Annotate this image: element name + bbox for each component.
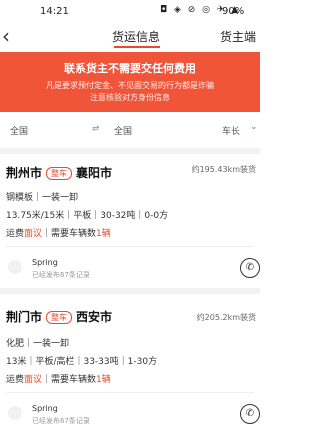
publisher-record-count: 已经发布67条记录 [32, 271, 90, 279]
distance: 约195.43km装货 [191, 165, 256, 174]
filter-bar: 全国 ⇌ 全国 车长 ⌄ [0, 116, 260, 146]
section-gap [0, 148, 260, 154]
origin-city: 荆州市 [6, 166, 43, 180]
destination-filter[interactable]: 全国 [114, 124, 194, 140]
divider [6, 246, 254, 247]
section-gap [0, 288, 260, 294]
listing-card[interactable]: 荆门市 整车 西安市 约205.2km装货 化肥｜一装一卸 13米｜平板/高栏｜33… [0, 300, 260, 435]
nav-bar: ‹ 货运信息 货主端 [0, 24, 260, 48]
goods-info: 钢模板｜一装一卸 [6, 193, 79, 203]
vehicle-count-label: ｜需要车辆数 [42, 229, 97, 239]
load-type-tag: 整车 [46, 167, 73, 180]
publisher-name: Spring [32, 404, 58, 413]
fee-negotiable: 面议 [24, 229, 43, 239]
tab-cargo-info[interactable]: 货运信息 [112, 28, 160, 45]
publisher-name: Spring [32, 258, 58, 267]
publisher-record-count: 已经发布67条记录 [32, 417, 90, 425]
route: 荆门市 整车 西安市 [6, 308, 112, 326]
truck-length-filter[interactable]: 车长 [222, 124, 240, 137]
chevron-down-icon[interactable]: ⌄ [250, 122, 258, 132]
tab-shipper[interactable]: 货主端 [220, 28, 256, 45]
fee-label: 运费 [6, 229, 25, 239]
distance: 约205.2km装货 [196, 313, 256, 322]
goods-info: 化肥｜一装一卸 [6, 339, 70, 349]
fee-info: 运费面议｜需要车辆数1辆 [6, 372, 111, 385]
warning-line-2: 注意核验对方身份信息 [90, 93, 170, 102]
listing-card[interactable]: 荆州市 整车 襄阳市 约195.43km装货 钢模板｜一装一卸 13.75米/15米… [0, 160, 260, 286]
vehicle-count: 1辆 [96, 375, 111, 385]
fee-info: 运费面议｜需要车辆数1辆 [6, 226, 111, 239]
divider [6, 392, 254, 393]
avatar [8, 260, 22, 274]
vehicle-count-label: ｜需要车辆数 [42, 375, 97, 385]
truck-spec: 13米｜平板/高栏｜33-33吨｜1-30方 [6, 357, 158, 367]
warning-banner: 联系货主不需要交任何费用 凡是要求预付定金、不见面交易的行为都是诈骗 注意核验对… [0, 52, 260, 112]
phone-icon[interactable]: ✆ [240, 404, 260, 424]
warning-title: 联系货主不需要交任何费用 [64, 62, 196, 75]
load-type-tag: 整车 [46, 311, 73, 324]
status-bar: 14:21 ◘ ◈ ⊘ ◎ ✈ ▲ 90% [0, 0, 260, 24]
route: 荆州市 整车 襄阳市 [6, 164, 112, 182]
swap-icon[interactable]: ⇌ [92, 124, 100, 134]
destination-city: 西安市 [76, 310, 113, 324]
fee-negotiable: 面议 [24, 375, 43, 385]
status-time: 14:21 [40, 6, 69, 17]
battery-level: 90% [222, 6, 245, 17]
avatar [8, 406, 22, 420]
destination-city: 襄阳市 [76, 166, 113, 180]
active-tab-indicator [114, 46, 160, 48]
phone-icon[interactable]: ✆ [240, 258, 260, 278]
origin-filter[interactable]: 全国 [10, 124, 90, 140]
origin-city: 荆门市 [6, 310, 43, 324]
chevron-left-icon[interactable]: ‹ [2, 25, 18, 47]
fee-label: 运费 [6, 375, 25, 385]
vehicle-count: 1辆 [96, 229, 111, 239]
warning-line-1: 凡是要求预付定金、不见面交易的行为都是诈骗 [46, 81, 214, 90]
truck-spec: 13.75米/15米｜平板｜30-32吨｜0-0方 [6, 211, 169, 221]
